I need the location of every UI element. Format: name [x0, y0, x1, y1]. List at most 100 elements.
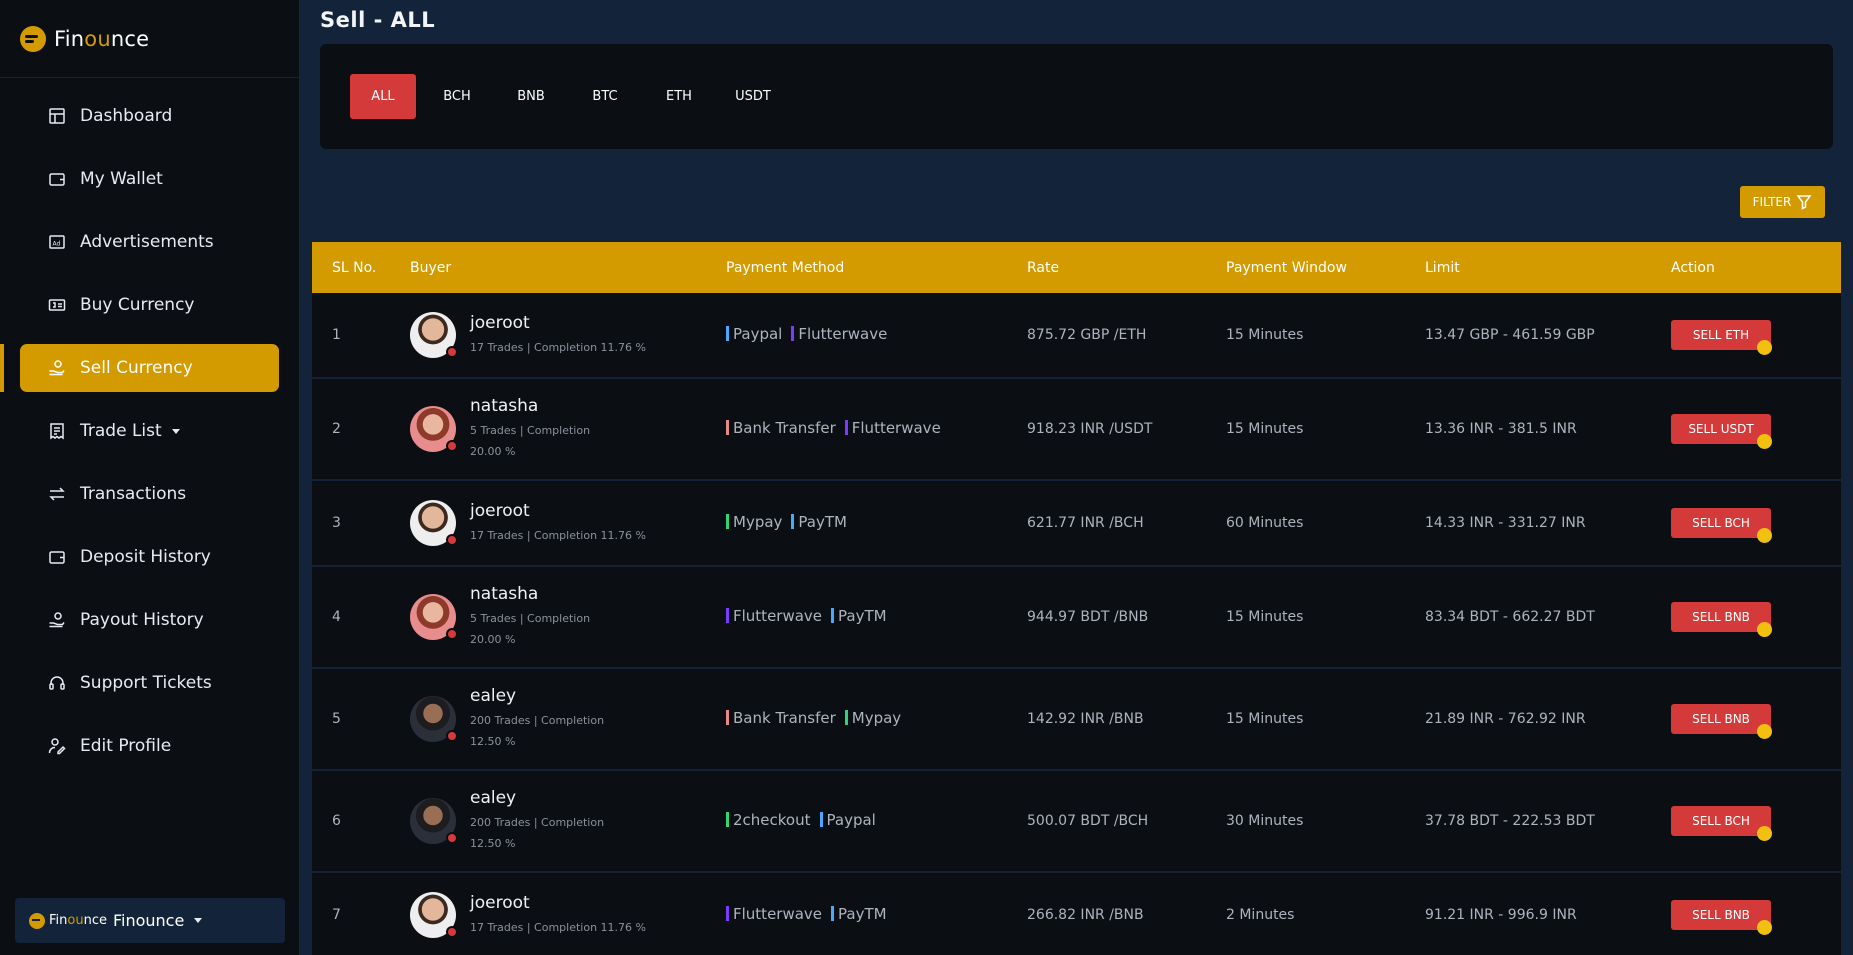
coin-badge-icon: [1757, 340, 1772, 355]
coin-badge-icon: [1757, 622, 1772, 637]
payment-method-badge: Flutterwave: [726, 607, 822, 625]
sell-button[interactable]: SELL USDT: [1671, 414, 1772, 449]
buyer[interactable]: joeroot 17 Trades | Completion 11.76 %: [410, 500, 726, 546]
buyer[interactable]: natasha 5 Trades | Completion 20.00 %: [410, 396, 726, 462]
buyer-stats: 17 Trades | Completion 11.76 %: [470, 920, 646, 934]
payment-method-marker-icon: [819, 812, 823, 828]
receipt-icon: [48, 422, 66, 440]
sidebar-item-my-wallet[interactable]: My Wallet: [20, 155, 279, 203]
buyer-cell: natasha 5 Trades | Completion 20.00 %: [410, 396, 726, 462]
coin-badge-icon: [1757, 724, 1772, 739]
main-content: Sell - ALL ALL BCH BNB BTC ETH USDT FILTER SL…: [300, 0, 1853, 955]
buyer-stats: 200 Trades | Completion 12.50 %: [470, 714, 605, 748]
brand[interactable]: Finounce: [0, 0, 299, 78]
buyer[interactable]: ealey 200 Trades | Completion 12.50 %: [410, 788, 726, 854]
buyer-cell: joeroot 17 Trades | Completion 11.76 %: [410, 500, 726, 546]
sidebar-item-edit-profile[interactable]: Edit Profile: [20, 722, 279, 770]
sidebar-nav: Dashboard My Wallet Ad Advertisements Buy Cu…: [0, 78, 299, 770]
sidebar-item-transactions[interactable]: Transactions: [20, 470, 279, 518]
rate: 500.07 BDT /BCH: [1027, 813, 1149, 829]
column-header: Action: [1671, 259, 1715, 276]
sell-button[interactable]: SELL BCH: [1671, 806, 1772, 841]
buyer[interactable]: natasha 5 Trades | Completion 20.00 %: [410, 584, 726, 650]
sidebar-item-sell-currency[interactable]: Sell Currency: [0, 344, 279, 392]
sidebar-item-dashboard[interactable]: Dashboard: [20, 92, 279, 140]
sell-button-label: SELL BNB: [1692, 610, 1750, 624]
status-dot-icon: [446, 730, 458, 742]
sidebar-item-support-tickets[interactable]: Support Tickets: [20, 659, 279, 707]
payment-methods: Flutterwave PayTM: [726, 607, 1027, 628]
payment-window: 15 Minutes: [1226, 711, 1304, 727]
sl-number: 3: [332, 515, 341, 531]
status-dot-icon: [446, 926, 458, 938]
payment-method-badge: Bank Transfer: [726, 709, 836, 727]
action-cell: SELL BNB: [1671, 704, 1841, 739]
sell-button-label: SELL BNB: [1692, 712, 1750, 726]
sell-button[interactable]: SELL BNB: [1671, 900, 1772, 935]
status-dot-icon: [446, 440, 458, 452]
avatar: [410, 594, 458, 640]
user-edit-icon: [48, 737, 66, 755]
payment-method-name: PayTM: [798, 512, 847, 531]
buyer-stats: 5 Trades | Completion 20.00 %: [470, 612, 591, 646]
buyer-cell: joeroot 17 Trades | Completion 11.76 %: [410, 892, 726, 938]
payment-method-name: Mypay: [851, 708, 902, 727]
tab-usdt[interactable]: USDT: [720, 74, 786, 119]
buyer-stats: 200 Trades | Completion 12.50 %: [470, 816, 605, 850]
tab-btc[interactable]: BTC: [572, 74, 638, 119]
buyer[interactable]: joeroot 17 Trades | Completion 11.76 %: [410, 312, 726, 358]
sidebar-item-advertisements[interactable]: Ad Advertisements: [20, 218, 279, 266]
payment-method-badge: Bank Transfer: [726, 419, 836, 437]
sidebar: Finounce Dashboard My Wallet Ad Advertiseme…: [0, 0, 300, 955]
sidebar-item-deposit-history[interactable]: Deposit History: [20, 533, 279, 581]
buyer[interactable]: ealey 200 Trades | Completion 12.50 %: [410, 686, 726, 752]
avatar: [410, 500, 458, 546]
sell-button-label: SELL BCH: [1692, 516, 1750, 530]
sidebar-item-label: Advertisements: [80, 232, 214, 252]
table-row: 7 joeroot 17 Trades | Completion 11.76 % Fl…: [312, 873, 1841, 955]
payment-method-marker-icon: [726, 420, 729, 436]
buyer-name: joeroot: [470, 500, 530, 521]
payment-methods: Bank Transfer Flutterwave: [726, 419, 1027, 440]
sell-button[interactable]: SELL BCH: [1671, 508, 1772, 543]
wallet-icon: [48, 170, 66, 188]
payment-methods: 2checkout Paypal: [726, 811, 1027, 832]
sidebar-item-label: Payout History: [80, 610, 204, 630]
sell-button[interactable]: SELL ETH: [1671, 320, 1772, 355]
payment-method-name: Flutterwave: [733, 904, 823, 923]
hand-coin-icon: [48, 611, 66, 629]
sidebar-item-payout-history[interactable]: Payout History: [20, 596, 279, 644]
wallet-icon: [48, 548, 66, 566]
payment-method-name: Bank Transfer: [733, 418, 836, 437]
table-row: 5 ealey 200 Trades | Completion 12.50 % Ban…: [312, 669, 1841, 771]
table-row: 6 ealey 200 Trades | Completion 12.50 % 2ch…: [312, 771, 1841, 873]
coin-badge-icon: [1757, 434, 1772, 449]
rate: 621.77 INR /BCH: [1027, 515, 1144, 531]
payment-method-badge: Paypal: [819, 811, 876, 829]
payment-method-badge: PayTM: [831, 607, 887, 625]
account-switcher[interactable]: Finounce Finounce: [15, 898, 285, 943]
tab-all[interactable]: ALL: [350, 74, 416, 119]
chevron-down-icon: [194, 918, 203, 923]
sidebar-item-buy-currency[interactable]: Buy Currency: [20, 281, 279, 329]
table-header: SL No. Buyer Payment Method Rate Payment Win…: [312, 242, 1841, 293]
tab-bnb[interactable]: BNB: [498, 74, 564, 119]
sell-button[interactable]: SELL BNB: [1671, 704, 1772, 739]
tab-eth[interactable]: ETH: [646, 74, 712, 119]
sidebar-item-label: Transactions: [80, 484, 187, 504]
brand-mini-logo-icon: [29, 912, 45, 929]
sidebar-item-trade-list[interactable]: Trade List: [20, 407, 279, 455]
payment-method-marker-icon: [726, 906, 729, 922]
filter-button[interactable]: FILTER: [1740, 186, 1825, 218]
column-header: Limit: [1425, 259, 1460, 276]
tab-bch[interactable]: BCH: [424, 74, 490, 119]
sidebar-item-label: Edit Profile: [80, 736, 172, 756]
sell-button[interactable]: SELL BNB: [1671, 602, 1772, 637]
sl-number: 7: [332, 907, 341, 923]
action-cell: SELL BCH: [1671, 806, 1841, 841]
buyer[interactable]: joeroot 17 Trades | Completion 11.76 %: [410, 892, 726, 938]
column-header: Payment Method: [726, 259, 845, 276]
buyer-info: joeroot 17 Trades | Completion 11.76 %: [470, 313, 646, 358]
payment-method-name: 2checkout: [733, 810, 811, 829]
payment-method-name: Bank Transfer: [733, 708, 836, 727]
